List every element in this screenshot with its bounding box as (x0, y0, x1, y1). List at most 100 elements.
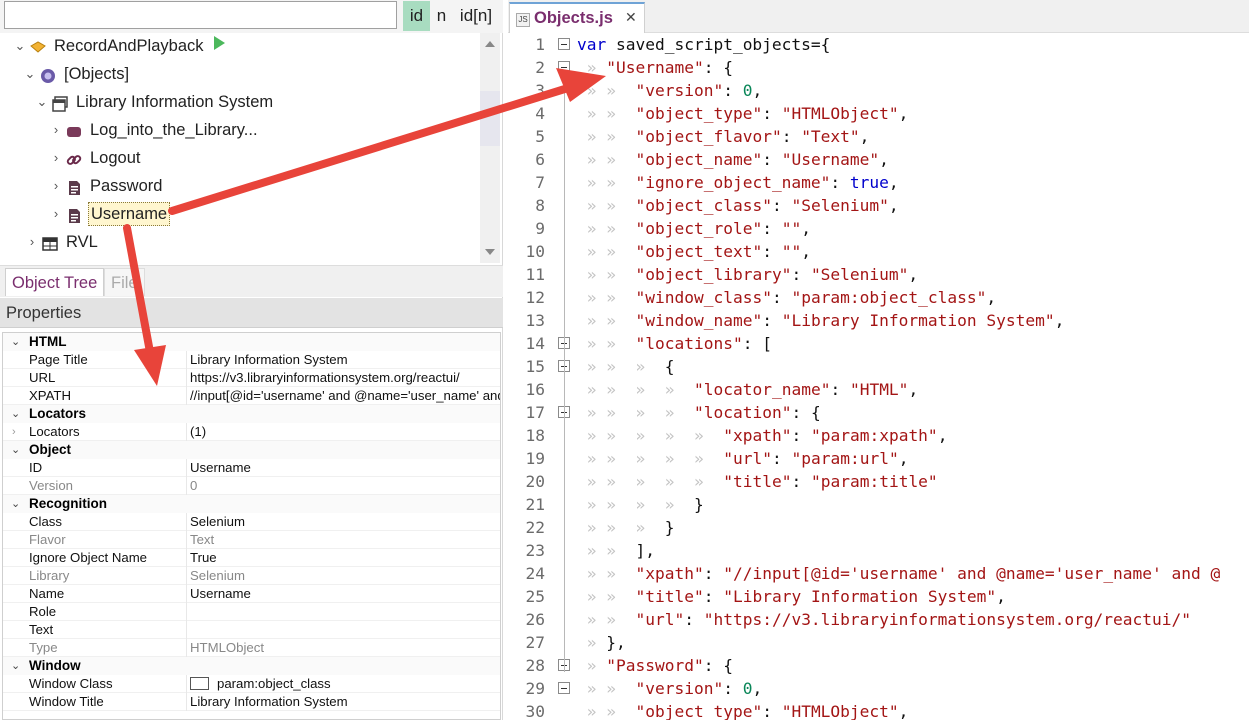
code-line[interactable]: 4 » » "object_type": "HTMLObject", (508, 102, 1249, 125)
search-input[interactable] (4, 1, 397, 29)
category-html[interactable]: ⌄ HTML (3, 333, 500, 351)
tree-scrollbar[interactable] (480, 33, 500, 263)
code-line[interactable]: 9 » » "object_role": "", (508, 217, 1249, 240)
code-line[interactable]: 25 » » "title": "Library Information Sys… (508, 585, 1249, 608)
code-line[interactable]: 18 » » » » » "xpath": "param:xpath", (508, 424, 1249, 447)
code-line[interactable]: 7 » » "ignore_object_name": true, (508, 171, 1249, 194)
chevron-down-icon[interactable]: ⌄ (24, 61, 36, 87)
code-line[interactable]: 12 » » "window_class": "param:object_cla… (508, 286, 1249, 309)
code-area[interactable]: 1 var saved_script_objects={2 » "Username… (508, 35, 1249, 720)
property-row[interactable]: Ignore Object Name True (3, 549, 500, 567)
code-line[interactable]: 26 » » "url": "https://v3.libraryinforma… (508, 608, 1249, 631)
property-row[interactable]: Window Title Library Information System (3, 693, 500, 711)
editor-tab-objects-js[interactable]: JS Objects.js ✕ (509, 2, 645, 33)
property-row[interactable]: › Locators (1) (3, 423, 500, 441)
tree-node-logout[interactable]: › Logout (50, 145, 142, 171)
close-icon[interactable]: ✕ (625, 9, 637, 26)
line-number: 1 (535, 35, 545, 54)
chevron-right-icon[interactable]: › (50, 201, 62, 227)
code-line[interactable]: 23 » » ], (508, 539, 1249, 562)
fold-toggle-icon[interactable] (558, 61, 570, 73)
code-line[interactable]: 3 » » "version": 0, (508, 79, 1249, 102)
indent-marker: » (577, 541, 607, 560)
code-line[interactable]: 19 » » » » » "url": "param:url", (508, 447, 1249, 470)
property-row[interactable]: Type HTMLObject (3, 639, 500, 657)
category-object[interactable]: ⌄ Object (3, 441, 500, 459)
code-line[interactable]: 16 » » » » "locator_name": "HTML", (508, 378, 1249, 401)
indent-marker: » (577, 610, 607, 629)
property-row[interactable]: Class Selenium (3, 513, 500, 531)
property-row[interactable]: XPATH//input[@id='username' and @name='u… (3, 387, 500, 405)
code-line[interactable]: 30 » » "object_type": "HTMLObject", (508, 700, 1249, 720)
property-row[interactable]: Role (3, 603, 500, 621)
tree-node-password[interactable]: › Password (50, 173, 164, 199)
code-line[interactable]: 29 » » "version": 0, (508, 677, 1249, 700)
property-row[interactable]: Flavor Text (3, 531, 500, 549)
scrollbar-thumb[interactable] (480, 91, 500, 146)
tab-object-tree[interactable]: Object Tree (5, 268, 105, 296)
code-token: "HTMLObject" (781, 702, 899, 720)
code-line[interactable]: 14 » » "locations": [ (508, 332, 1249, 355)
code-line[interactable]: 17 » » » » "location": { (508, 401, 1249, 424)
tree-node-log-into-the-library[interactable]: › Log_into_the_Library... (50, 117, 260, 143)
code-line[interactable]: 5 » » "object_flavor": "Text", (508, 125, 1249, 148)
chevron-right-icon[interactable]: › (12, 423, 16, 441)
tree-node-library-information-system[interactable]: ⌄ Library Information System (36, 89, 275, 115)
play-icon[interactable] (212, 33, 226, 59)
property-row[interactable]: Version 0 (3, 477, 500, 495)
chevron-down-icon[interactable]: ⌄ (11, 405, 20, 423)
code-line[interactable]: 28 » "Password": { (508, 654, 1249, 677)
code-line[interactable]: 24 » » "xpath": "//input[@id='username' … (508, 562, 1249, 585)
property-row[interactable]: Text (3, 621, 500, 639)
code-line[interactable]: 8 » » "object_class": "Selenium", (508, 194, 1249, 217)
tree-node-recordandplayback[interactable]: ⌄ RecordAndPlayback (14, 33, 226, 59)
category-recognition[interactable]: ⌄ Recognition (3, 495, 500, 513)
code-line[interactable]: 20 » » » » » "title": "param:title" (508, 470, 1249, 493)
code-text: » » "version": 0, (577, 677, 762, 700)
fold-toggle-icon[interactable] (558, 38, 570, 50)
search-mode-n-button[interactable]: n (433, 1, 450, 31)
category-locators[interactable]: ⌄ Locators (3, 405, 500, 423)
code-line[interactable]: 13 » » "window_name": "Library Informati… (508, 309, 1249, 332)
property-row[interactable]: Page Title Library Information System (3, 351, 500, 369)
code-line[interactable]: 1 var saved_script_objects={ (508, 35, 1249, 56)
chevron-down-icon[interactable]: ⌄ (11, 495, 20, 513)
tree-node-objects[interactable]: ⌄ [Objects] (24, 61, 131, 87)
property-row[interactable]: Window Class param:object_class (3, 675, 500, 693)
code-line[interactable]: 11 » » "object_library": "Selenium", (508, 263, 1249, 286)
chevron-right-icon[interactable]: › (50, 117, 62, 143)
chevron-down-icon[interactable]: ⌄ (11, 333, 20, 351)
property-row[interactable]: Name Username (3, 585, 500, 603)
code-line[interactable]: 27 » }, (508, 631, 1249, 654)
chevron-down-icon[interactable]: ⌄ (11, 441, 20, 459)
search-mode-id-button[interactable]: id (403, 1, 430, 31)
chevron-right-icon[interactable]: › (50, 173, 62, 199)
chevron-down-icon[interactable]: ⌄ (36, 89, 48, 115)
code-line[interactable]: 6 » » "object_name": "Username", (508, 148, 1249, 171)
category-window[interactable]: ⌄ Window (3, 657, 500, 675)
fold-toggle-icon[interactable] (558, 682, 570, 694)
code-line[interactable]: 10 » » "object_text": "", (508, 240, 1249, 263)
tree-node-username[interactable]: › Username (50, 201, 171, 227)
scroll-up-icon[interactable] (485, 41, 495, 47)
tree-node-rvl[interactable]: › RVL (26, 229, 100, 255)
code-line[interactable]: 15 » » » { (508, 355, 1249, 378)
property-row[interactable]: Library Selenium (3, 567, 500, 585)
search-mode-idn-button[interactable]: id[n] (456, 1, 496, 31)
code-line[interactable]: 22 » » » } (508, 516, 1249, 539)
tab-file[interactable]: File (104, 268, 145, 296)
code-text: » » » » } (577, 493, 704, 516)
property-row[interactable]: URL https://v3.libraryinformationsystem.o… (3, 369, 500, 387)
chevron-right-icon[interactable]: › (26, 229, 38, 255)
chevron-right-icon[interactable]: › (50, 145, 62, 171)
code-line[interactable]: 21 » » » » } (508, 493, 1249, 516)
scroll-down-icon[interactable] (485, 249, 495, 255)
code-line[interactable]: 2 » "Username": { (508, 56, 1249, 79)
code-token: : (771, 196, 792, 215)
chevron-down-icon[interactable]: ⌄ (14, 33, 26, 59)
chevron-down-icon[interactable]: ⌄ (11, 657, 20, 675)
property-row[interactable]: ID Username (3, 459, 500, 477)
editor-tab-bar: JS Objects.js ✕ (508, 0, 1249, 33)
code-token: ], (635, 541, 656, 560)
code-token: , (908, 380, 919, 399)
